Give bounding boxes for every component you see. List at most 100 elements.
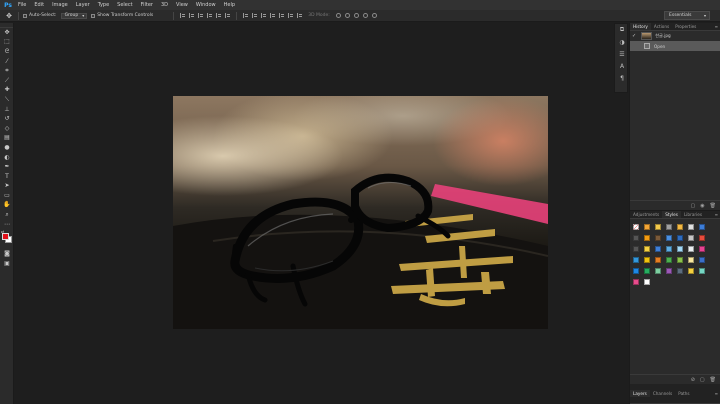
3d-roll-icon[interactable] (344, 13, 350, 18)
style-swatch[interactable] (655, 268, 661, 274)
style-swatch[interactable] (644, 246, 650, 252)
delete-state-icon[interactable]: 🗑 (710, 203, 716, 209)
type-tool-icon[interactable]: T (0, 172, 14, 182)
character-panel-icon[interactable]: A (615, 60, 629, 72)
menu-3d[interactable]: 3D (157, 2, 172, 8)
style-swatch[interactable] (666, 257, 672, 263)
distribute-bottom-icon[interactable] (261, 13, 267, 18)
zoom-tool-icon[interactable]: ⌕ (0, 210, 14, 220)
menu-layer[interactable]: Layer (72, 2, 94, 8)
style-swatch[interactable] (688, 246, 694, 252)
more-tools-icon[interactable]: ⋯ (0, 220, 14, 230)
new-style-icon[interactable]: ▢ (700, 377, 705, 383)
auto-select-checkbox[interactable] (23, 13, 27, 18)
style-swatch[interactable] (655, 257, 661, 263)
marquee-tool-icon[interactable]: ⬚ (0, 38, 14, 48)
quick-mask-icon[interactable]: ◙ (0, 249, 14, 259)
create-snapshot-icon[interactable]: ◉ (700, 203, 704, 209)
history-brush-tool-icon[interactable]: ↺ (0, 114, 14, 124)
style-swatch[interactable] (633, 224, 639, 230)
tab-actions[interactable]: Actions (651, 23, 672, 30)
style-swatch[interactable] (677, 257, 683, 263)
screen-mode-icon[interactable]: ▣ (0, 259, 14, 269)
tab-adjustments[interactable]: Adjustments (630, 211, 662, 218)
style-swatch[interactable] (644, 224, 650, 230)
tab-libraries[interactable]: Libraries (681, 211, 705, 218)
show-transform-checkbox[interactable] (91, 13, 96, 18)
style-swatch[interactable] (655, 224, 661, 230)
style-swatch[interactable] (699, 246, 705, 252)
menu-view[interactable]: View (172, 2, 192, 8)
style-swatch[interactable] (655, 235, 661, 241)
history-state[interactable]: Open (630, 41, 720, 51)
3d-rotate-icon[interactable] (335, 13, 341, 18)
style-swatch[interactable] (699, 268, 705, 274)
style-swatch[interactable] (666, 268, 672, 274)
menu-select[interactable]: Select (113, 2, 136, 8)
crop-tool-icon[interactable]: ⌗ (0, 66, 14, 76)
dodge-tool-icon[interactable]: ◐ (0, 153, 14, 163)
auto-select-target-dropdown[interactable]: Group (60, 12, 88, 19)
history-source-brush-icon[interactable]: ✓ (632, 33, 636, 39)
style-swatch[interactable] (655, 246, 661, 252)
style-swatch[interactable] (666, 224, 672, 230)
tab-properties[interactable]: Properties (672, 23, 699, 30)
eyedropper-tool-icon[interactable]: ⟋ (0, 76, 14, 86)
workspace-switcher[interactable]: Essentials (664, 11, 710, 20)
tab-channels[interactable]: Channels (650, 390, 675, 397)
history-snapshot[interactable]: ✓ 한글.jpg (630, 31, 720, 41)
style-swatch[interactable] (688, 224, 694, 230)
style-swatch[interactable] (633, 268, 639, 274)
properties-panel-icon[interactable]: ☰ (615, 48, 629, 60)
clear-style-icon[interactable]: ⊘ (691, 377, 695, 383)
style-swatch[interactable] (677, 268, 683, 274)
move-tool-icon[interactable]: ✥ (0, 28, 14, 38)
align-right-icon[interactable] (225, 13, 231, 18)
distribute-top-icon[interactable] (243, 13, 249, 18)
menu-filter[interactable]: Filter (137, 2, 157, 8)
3d-scale-icon[interactable] (371, 13, 377, 18)
eraser-tool-icon[interactable]: ◇ (0, 124, 14, 134)
gradient-tool-icon[interactable]: ▤ (0, 134, 14, 144)
distribute-right-icon[interactable] (288, 13, 294, 18)
style-swatch[interactable] (699, 235, 705, 241)
rectangle-tool-icon[interactable]: ▭ (0, 191, 14, 201)
hand-tool-icon[interactable]: ✋ (0, 201, 14, 211)
menu-file[interactable]: File (14, 2, 30, 8)
style-swatch[interactable] (644, 268, 650, 274)
history-panel-icon[interactable]: ⧉ (615, 24, 629, 36)
style-swatch[interactable] (677, 235, 683, 241)
style-swatch[interactable] (677, 246, 683, 252)
align-vcenter-icon[interactable] (189, 13, 195, 18)
style-swatch[interactable] (677, 224, 683, 230)
brush-tool-icon[interactable]: ⟍ (0, 95, 14, 105)
tab-paths[interactable]: Paths (675, 390, 692, 397)
style-swatch[interactable] (688, 257, 694, 263)
move-tool-icon[interactable]: ✥ (4, 12, 14, 20)
align-top-icon[interactable] (180, 13, 186, 18)
style-swatch[interactable] (644, 257, 650, 263)
document-canvas[interactable] (173, 96, 548, 329)
tab-history[interactable]: History (630, 23, 651, 30)
style-swatch[interactable] (699, 257, 705, 263)
style-swatch[interactable] (699, 224, 705, 230)
new-document-from-state-icon[interactable]: ▢ (691, 203, 696, 209)
3d-pan-icon[interactable] (353, 13, 359, 18)
style-swatch[interactable] (633, 279, 639, 285)
3d-slide-icon[interactable] (362, 13, 368, 18)
menu-window[interactable]: Window (192, 2, 220, 8)
tab-layers[interactable]: Layers (630, 390, 650, 397)
healing-brush-tool-icon[interactable]: ✚ (0, 86, 14, 96)
style-swatch[interactable] (644, 279, 650, 285)
align-bottom-icon[interactable] (198, 13, 204, 18)
menu-help[interactable]: Help (220, 2, 239, 8)
style-swatch[interactable] (688, 235, 694, 241)
style-swatch[interactable] (633, 257, 639, 263)
style-swatch[interactable] (666, 246, 672, 252)
tab-styles[interactable]: Styles (662, 211, 681, 218)
adjustments-panel-icon[interactable]: ◑ (615, 36, 629, 48)
clone-stamp-tool-icon[interactable]: ⊥ (0, 105, 14, 115)
blur-tool-icon[interactable]: ● (0, 143, 14, 153)
menu-type[interactable]: Type (94, 2, 113, 8)
magic-wand-tool-icon[interactable]: ⁄ (0, 57, 14, 67)
